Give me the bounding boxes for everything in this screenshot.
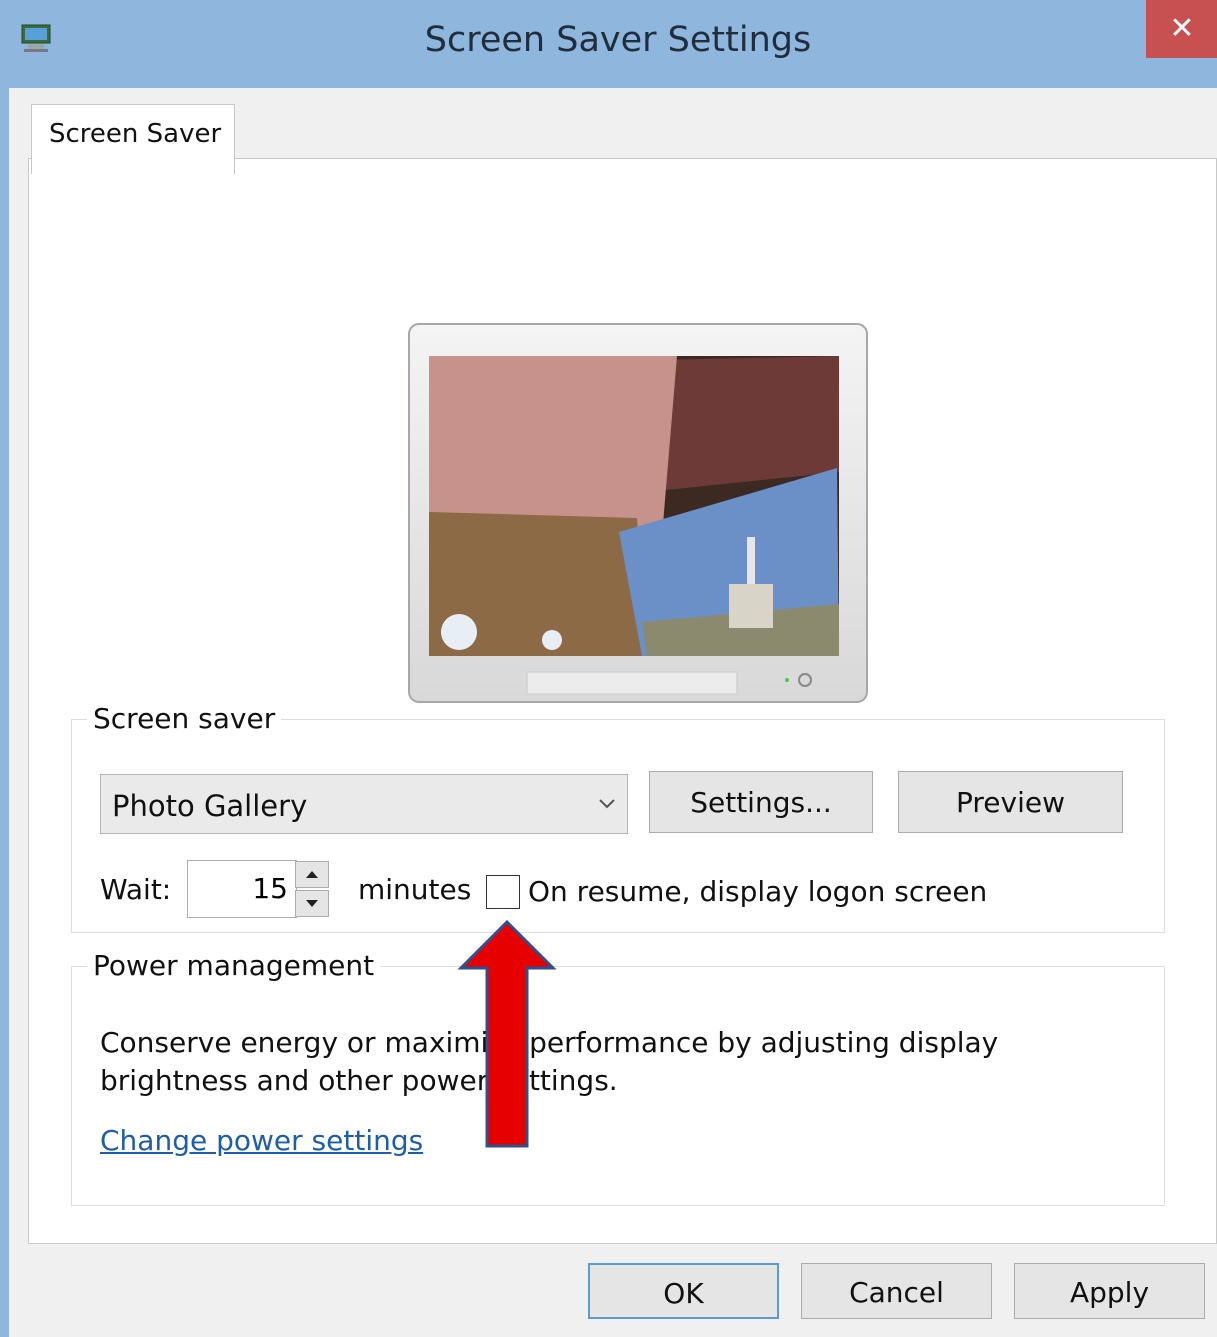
window-frame-left [0, 0, 9, 1337]
chevron-down-icon [599, 799, 615, 809]
tab-screen-saver[interactable]: Screen Saver [31, 104, 235, 174]
spinner-down-button[interactable] [295, 890, 329, 917]
window-title: Screen Saver Settings [424, 20, 812, 60]
resume-logon-label[interactable]: On resume, display logon screen [528, 875, 987, 908]
chevron-down-icon [306, 900, 318, 907]
resume-logon-checkbox[interactable] [486, 875, 520, 909]
screen-saver-preview-monitor [408, 323, 868, 703]
close-icon: ✕ [1169, 11, 1195, 46]
change-power-settings-link[interactable]: Change power settings [100, 1124, 423, 1157]
minutes-label: minutes [358, 873, 472, 906]
apply-button[interactable]: Apply [1014, 1263, 1205, 1319]
power-description: Conserve energy or maximize performance … [100, 1026, 999, 1097]
tab-label: Screen Saver [49, 119, 222, 149]
preview-photo-collage [429, 356, 839, 656]
screen-saver-group-label: Screen saver [87, 702, 282, 735]
cancel-button[interactable]: Cancel [801, 1263, 992, 1319]
spinner-up-button[interactable] [295, 861, 329, 888]
screen-saver-select[interactable]: Photo Gallery [100, 774, 628, 834]
wait-minutes-input[interactable]: 15 [187, 860, 297, 918]
dialog-client-area: Screen Saver Screen saver Power manageme… [9, 88, 1217, 1337]
screen-saver-select-value: Photo Gallery [112, 789, 308, 823]
preview-button[interactable]: Preview [898, 771, 1123, 833]
close-button[interactable]: ✕ [1146, 0, 1217, 58]
chevron-up-icon [306, 871, 318, 878]
title-bar[interactable]: Screen Saver Settings ✕ [0, 0, 1217, 88]
wait-label: Wait: [100, 873, 172, 906]
settings-button[interactable]: Settings... [649, 771, 873, 833]
power-management-group-label: Power management [87, 949, 381, 982]
ok-button[interactable]: OK [588, 1263, 779, 1319]
annotation-arrow-icon [457, 920, 557, 1148]
wait-spinner [295, 860, 331, 918]
